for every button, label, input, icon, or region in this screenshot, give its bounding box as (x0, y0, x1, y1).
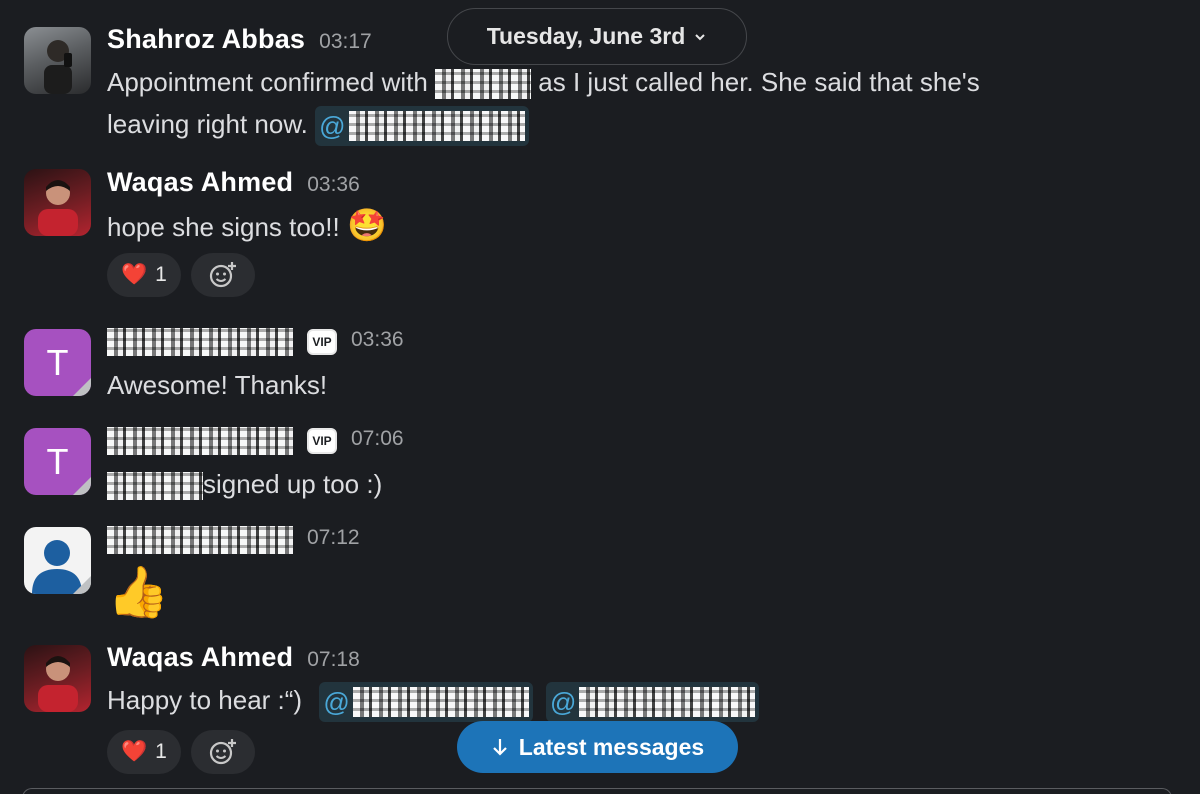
heart-icon: ❤️ (121, 740, 148, 763)
person-photo-icon (44, 40, 72, 94)
author-name[interactable]: Waqas Ahmed (107, 167, 293, 198)
avatar-corner (73, 576, 91, 594)
vip-badge: VIP (307, 428, 337, 454)
redacted-author-name[interactable] (107, 328, 293, 356)
timestamp[interactable]: 07:18 (307, 648, 360, 672)
avatar[interactable] (24, 169, 91, 236)
redacted-name (435, 69, 532, 100)
author-name[interactable]: Waqas Ahmed (107, 642, 293, 673)
message-composer[interactable] (22, 788, 1172, 794)
message-text-part: signed up too :) (203, 469, 383, 499)
message-list: Shahroz Abbas 03:17 Appointment confirme… (0, 0, 1200, 794)
timestamp[interactable]: 07:12 (307, 526, 360, 550)
mention-prefix: @ (319, 111, 346, 142)
message-text: signed up too :) (107, 463, 1110, 505)
avatar[interactable]: T (24, 329, 91, 396)
redacted-author-name[interactable] (107, 427, 293, 455)
message-text: hope she signs too!! 🤩 (107, 204, 1110, 248)
avatar[interactable] (24, 27, 91, 94)
vip-badge: VIP (307, 329, 337, 355)
person-photo-icon (38, 180, 78, 236)
redacted-mention (352, 687, 529, 718)
heart-icon: ❤️ (121, 263, 148, 286)
avatar-letter: T (46, 341, 69, 383)
date-label: Tuesday, June 3rd (486, 23, 686, 49)
message-text: Appointment confirmed with as I just cal… (107, 61, 1110, 147)
author-name[interactable]: Shahroz Abbas (107, 24, 305, 55)
chevron-down-icon (695, 33, 705, 40)
reaction-bar: ❤️ 1 (107, 253, 255, 297)
timestamp[interactable]: 03:17 (319, 30, 372, 54)
mention-prefix: @ (549, 687, 577, 718)
heart-reaction-button[interactable]: ❤️ 1 (107, 730, 181, 774)
avatar-letter: T (46, 440, 69, 482)
message-text: Awesome! Thanks! (107, 370, 328, 400)
avatar[interactable] (24, 527, 91, 594)
person-photo-icon (38, 656, 78, 712)
timestamp[interactable]: 03:36 (307, 173, 360, 197)
add-reaction-button[interactable] (190, 253, 255, 297)
avatar[interactable]: T (24, 428, 91, 495)
redacted-mention (348, 111, 525, 142)
user-mention[interactable]: @ (319, 682, 533, 723)
add-emoji-icon (209, 262, 236, 288)
reaction-count: 1 (155, 740, 167, 763)
redacted-mention (579, 687, 756, 718)
redacted-name (107, 472, 203, 501)
latest-messages-button[interactable]: Latest messages (457, 721, 738, 773)
message-text-part: hope she signs too!! (107, 212, 340, 242)
latest-messages-label: Latest messages (518, 733, 705, 760)
avatar-corner (73, 477, 91, 495)
thumbs-up-emoji: 👍 (107, 564, 170, 620)
message-text-part: Appointment confirmed with (107, 67, 428, 97)
user-mention[interactable]: @ (315, 106, 529, 147)
add-reaction-button[interactable] (190, 730, 255, 774)
timestamp[interactable]: 07:06 (351, 427, 404, 451)
message-text-part: as I just called her. She said that she'… (538, 67, 980, 97)
avatar-corner (73, 378, 91, 396)
heart-reaction-button[interactable]: ❤️ 1 (107, 253, 181, 297)
date-divider-button[interactable]: Tuesday, June 3rd (447, 8, 747, 65)
message-text: Happy to hear :“) @ @ (107, 679, 1110, 723)
user-mention[interactable]: @ (545, 682, 760, 723)
reaction-bar: ❤️ 1 (107, 730, 255, 774)
message-text-part: leaving right now. (107, 109, 308, 139)
message-text-part: Happy to hear :“) (107, 685, 303, 715)
redacted-author-name[interactable] (107, 526, 293, 554)
mention-prefix: @ (323, 687, 350, 718)
avatar[interactable] (24, 645, 91, 712)
star-struck-emoji: 🤩 (346, 207, 387, 243)
timestamp[interactable]: 03:36 (351, 328, 404, 352)
reaction-count: 1 (155, 263, 167, 286)
add-emoji-icon (209, 739, 236, 765)
arrow-down-icon (493, 739, 507, 756)
